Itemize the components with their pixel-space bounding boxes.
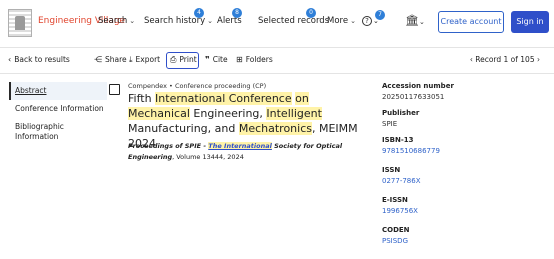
institution-icon[interactable]: 🏛⌄ — [405, 14, 425, 27]
publisher-label: Publisher — [382, 109, 420, 117]
sidebar-item-bibliographic-information[interactable]: Bibliographic Information — [15, 122, 93, 142]
alerts-badge: 8 — [232, 8, 242, 18]
search-history-badge: 4 — [194, 8, 204, 18]
title-text: Fifth — [128, 92, 156, 105]
journal-prefix: Proceedings of SPIE - — [128, 142, 209, 150]
help-circle-icon[interactable]: ? — [362, 16, 372, 26]
sign-in-button[interactable]: Sign in — [511, 11, 549, 33]
chevron-down-icon: ⌄ — [129, 17, 136, 25]
issn-label: ISSN — [382, 166, 401, 174]
title-highlight: Intelligent — [266, 107, 322, 120]
record-meta: Compendex • Conference proceeding (CP) — [128, 82, 267, 90]
top-navigation-bar: Engineering Village Search ⌄ Search histo… — [0, 0, 554, 48]
journal-volume: , Volume 13444, 2024 — [172, 153, 244, 161]
record-source: Compendex — [128, 82, 167, 90]
journal-highlight-link[interactable]: The International — [208, 142, 272, 150]
record-toolbar: ‹ Back to results ⋲ Share ⤓ Export ⎙ Print ❞… — [0, 48, 554, 74]
cite-button[interactable]: ❞ Cite — [205, 55, 228, 64]
nav-more[interactable]: More ⌄ — [327, 16, 356, 26]
export-button[interactable]: ⤓ Export — [129, 55, 160, 65]
accession-number-value: 20250117633051 — [382, 93, 445, 101]
title-text: Engineering, — [189, 107, 267, 120]
back-to-results-link[interactable]: ‹ Back to results — [8, 55, 70, 64]
isbn-link[interactable]: 9781510686779 — [382, 147, 440, 155]
nav-search-history[interactable]: Search history ⌄ — [144, 16, 213, 26]
download-icon: ⤓ — [129, 55, 133, 64]
share-icon: ⋲ — [94, 55, 102, 64]
coden-label: CODEN — [382, 226, 410, 234]
record-journal: Proceedings of SPIE - The International … — [128, 141, 373, 163]
coden-link[interactable]: PSISDG — [382, 237, 408, 245]
sidebar-item-abstract[interactable]: Abstract — [15, 86, 46, 96]
title-highlight: Mechatronics — [238, 122, 312, 135]
selected-records-badge: 0 — [306, 8, 316, 18]
select-record-checkbox[interactable] — [109, 84, 120, 95]
print-button[interactable]: ⎙ Print — [170, 55, 197, 65]
record-pager: ‹ Record 1 of 105 › — [469, 55, 540, 64]
chevron-down-icon: ⌄ — [350, 17, 356, 25]
chevron-left-icon[interactable]: ‹ — [470, 55, 473, 64]
sidebar-item-conference-information[interactable]: Conference Information — [15, 104, 104, 114]
isbn-label: ISBN-13 — [382, 136, 414, 144]
folders-button[interactable]: ⊞ Folders — [236, 55, 273, 64]
publisher-value: SPIE — [382, 120, 398, 128]
chevron-left-icon: ‹ — [8, 55, 12, 64]
eissn-link[interactable]: 1996756X — [382, 207, 418, 215]
chevron-down-icon: ⌄ — [207, 17, 214, 25]
issn-link[interactable]: 0277-786X — [382, 177, 421, 185]
elsevier-logo-icon[interactable] — [8, 9, 32, 37]
share-button[interactable]: ⋲ Share — [94, 55, 127, 64]
record-doc-type: Conference proceeding (CP) — [174, 82, 267, 90]
folder-add-icon: ⊞ — [236, 55, 243, 64]
nav-search[interactable]: Search ⌄ — [98, 16, 135, 26]
title-highlight: International Conference — [155, 92, 292, 105]
create-account-button[interactable]: Create account — [438, 11, 504, 33]
help-badge: 7 — [375, 10, 385, 20]
accession-number-label: Accession number — [382, 82, 454, 90]
title-text: Manufacturing, and — [128, 122, 239, 135]
quote-icon: ❞ — [205, 55, 210, 64]
chevron-right-icon[interactable]: › — [537, 55, 540, 64]
printer-icon: ⎙ — [170, 55, 177, 64]
nav-selected-records[interactable]: Selected records — [258, 16, 329, 26]
eissn-label: E-ISSN — [382, 196, 408, 204]
